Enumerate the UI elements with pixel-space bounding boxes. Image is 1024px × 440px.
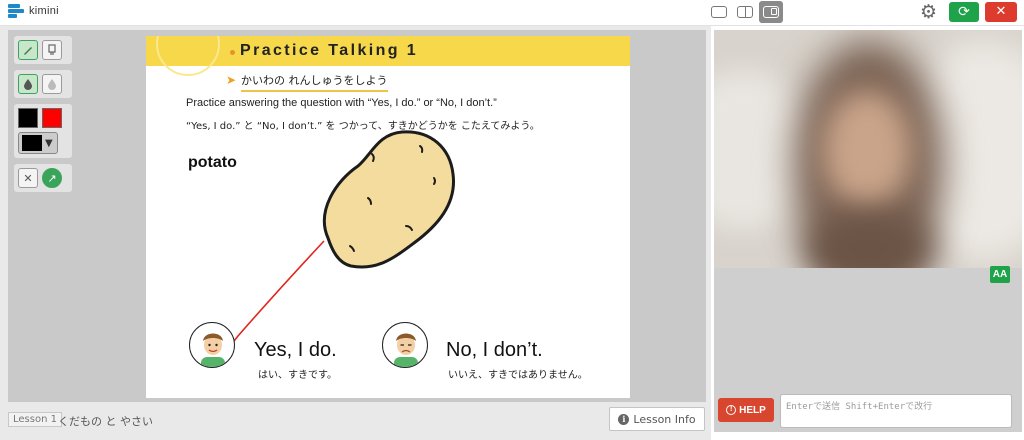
layout-single-icon xyxy=(711,6,727,18)
tool-group-actions: ✕ ↗ xyxy=(14,164,72,192)
layout-split-button[interactable] xyxy=(733,1,757,23)
info-icon: i xyxy=(618,413,630,425)
answer-yes-english: Yes, I do. xyxy=(254,339,337,361)
selected-color-swatch xyxy=(22,135,42,151)
clear-drawing-button[interactable]: ✕ xyxy=(18,168,38,188)
lesson-info-label: Lesson Info xyxy=(633,412,696,426)
pen-tool-button[interactable] xyxy=(18,40,38,60)
help-button[interactable]: ! HELP xyxy=(718,398,774,422)
tool-group-opacity xyxy=(14,70,72,98)
tool-group-colors: ▼ xyxy=(14,104,72,158)
lesson-info-button[interactable]: i Lesson Info xyxy=(609,407,705,431)
next-arrow-button[interactable]: ↗ xyxy=(42,168,62,188)
lesson-name: くだもの と やさい xyxy=(58,415,153,428)
help-label: HELP xyxy=(739,404,766,416)
tool-group-draw xyxy=(14,36,72,64)
lesson-slide: Practice Talking 1 ➤ かいわの れんしゅうをしよう Prac… xyxy=(146,36,630,398)
answer-no-english: No, I don’t. xyxy=(446,339,543,361)
layout-split-icon xyxy=(737,6,753,18)
teacher-video xyxy=(714,30,1022,268)
drop-outline-icon xyxy=(48,79,56,90)
chat-input[interactable] xyxy=(780,394,1012,428)
color-swatch-red[interactable] xyxy=(42,108,62,128)
refresh-icon: ⟳ xyxy=(958,4,970,20)
pen-icon xyxy=(24,47,32,55)
lesson-number-tag: Lesson 1 xyxy=(8,412,62,427)
app-name: kimini xyxy=(29,5,59,17)
answer-no-japanese: いいえ、すきではありません。 xyxy=(448,370,588,381)
arrow-up-right-icon: ↗ xyxy=(47,171,57,185)
app-logo: kimini xyxy=(8,4,59,18)
gear-icon[interactable]: ⚙ xyxy=(920,2,937,22)
happy-face-icon xyxy=(201,333,225,367)
refresh-button[interactable]: ⟳ xyxy=(949,2,979,22)
close-icon: ✕ xyxy=(995,4,1007,19)
answer-yes-japanese: はい、すきです。 xyxy=(258,370,337,381)
top-bar: kimini ⚙ ⟳ ✕ xyxy=(0,0,1024,26)
close-button[interactable]: ✕ xyxy=(985,2,1017,22)
avatar-happy xyxy=(189,322,235,368)
layout-pip-button[interactable] xyxy=(759,1,783,23)
clear-icon: ✕ xyxy=(23,171,33,185)
color-dropdown[interactable]: ▼ xyxy=(18,132,58,154)
eraser-tool-button[interactable] xyxy=(42,40,62,60)
drawing-toolbar: ▼ ✕ ↗ xyxy=(14,36,72,198)
font-size-button[interactable]: AA xyxy=(990,266,1010,283)
avatar-sad xyxy=(382,322,428,368)
drawn-red-line xyxy=(225,240,325,355)
help-icon: ! xyxy=(726,405,737,415)
color-swatch-black[interactable] xyxy=(18,108,38,128)
eraser-icon xyxy=(48,44,56,55)
drop-filled-icon xyxy=(24,79,32,90)
transparent-drop-button[interactable] xyxy=(42,74,62,94)
sad-face-icon xyxy=(394,333,418,367)
kimini-logo-icon xyxy=(8,4,24,18)
layout-pip-icon xyxy=(763,6,779,18)
layout-single-button[interactable] xyxy=(707,1,731,23)
chevron-down-icon: ▼ xyxy=(45,137,53,149)
opaque-drop-button[interactable] xyxy=(18,74,38,94)
